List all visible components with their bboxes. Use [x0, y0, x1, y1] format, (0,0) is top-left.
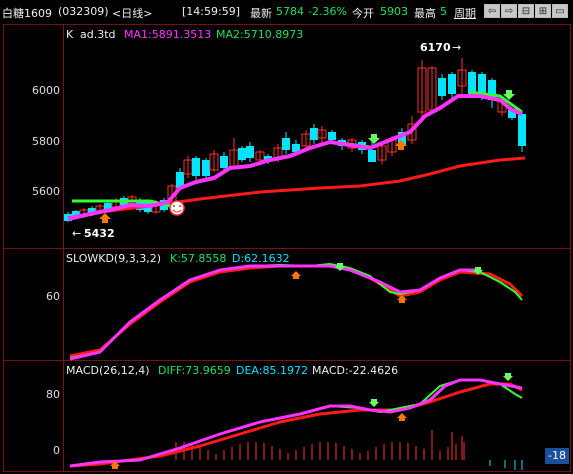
candle-body-down [246, 146, 254, 158]
candle-body-down [448, 74, 456, 94]
smiley-eye [179, 205, 181, 207]
candle-body-down [220, 156, 228, 168]
kd-k-value: K:57.8558 [170, 252, 227, 265]
candle-body-down [192, 158, 200, 176]
buy-arrow-1 [99, 213, 111, 223]
ma2-label: MA2:5710.8973 [216, 28, 304, 41]
high-marker-arrow: → [452, 41, 462, 54]
high-marker: 6170 [420, 41, 451, 54]
macd-chart [69, 373, 523, 470]
low-marker: 5432 [84, 227, 115, 240]
macd-macd-value: MACD:-22.4626 [312, 364, 399, 377]
kd-d-line [69, 264, 524, 358]
candle-body-down [368, 150, 376, 162]
kd-chart [69, 263, 524, 361]
scroll-offset-badge[interactable]: -18 [545, 448, 569, 464]
price-tick-5600: 5600 [32, 185, 60, 198]
macd-sell-arrow-2 [503, 373, 513, 381]
candle-body-down [202, 160, 210, 176]
candle-body-down [438, 78, 446, 96]
ma2-line [67, 156, 526, 220]
sell-arrow-1 [368, 134, 380, 144]
macd-tick-0: 0 [53, 444, 60, 457]
candle-body-down [282, 138, 290, 150]
kd-d-value: D:62.1632 [232, 252, 290, 265]
kd-title: SLOWKD(9,3,3,2) [66, 252, 162, 265]
macd-title: MACD(26,12,4) [66, 364, 150, 377]
macd-buy-arrow-2 [397, 413, 407, 421]
k-label: K [66, 28, 74, 41]
macd-sell-arrow-1 [369, 399, 379, 407]
smiley-eye [173, 205, 175, 207]
ma1-label: MA1:5891.3513 [124, 28, 212, 41]
candle-body-down [328, 132, 336, 140]
macd-dea-value: DEA:85.1972 [236, 364, 308, 377]
candle-body-down [310, 128, 318, 140]
indicator-name: ad.3td [80, 28, 116, 41]
low-marker-arrow: ← [72, 227, 82, 240]
candle-body-down [238, 148, 246, 160]
smiley-icon [169, 200, 185, 216]
candle-body-down [468, 72, 476, 94]
macd-tick-80: 80 [46, 388, 60, 401]
price-chart [64, 58, 526, 223]
macd-diff-value: DIFF:73.9659 [158, 364, 231, 377]
kd-tick-60: 60 [46, 290, 60, 303]
price-tick-6000: 6000 [32, 84, 60, 97]
kd-k-overlay [69, 264, 351, 361]
kd-buy-arrow-1 [291, 271, 301, 279]
price-tick-5800: 5800 [32, 135, 60, 148]
candle-body-down [518, 114, 526, 146]
